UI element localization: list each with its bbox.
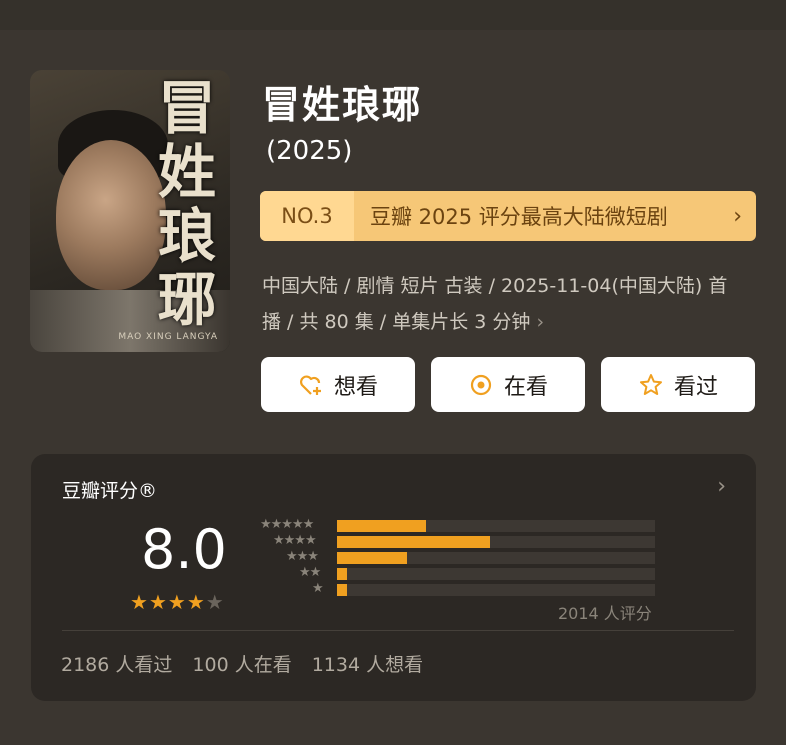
rating-star-icon: ★: [148, 590, 167, 614]
want-count: 1134 人想看: [311, 654, 424, 676]
watched-label: 看过: [673, 374, 718, 400]
watching-button[interactable]: 在看: [431, 357, 585, 412]
rating-label: 豆瓣评分®: [62, 480, 158, 502]
show-meta[interactable]: 中国大陆 / 剧情 短片 古装 / 2025-11-04(中国大陆) 首播 / …: [262, 268, 742, 340]
watched-button[interactable]: 看过: [601, 357, 755, 412]
show-title: 冒姓琅琊: [262, 83, 423, 127]
bar-fill: [337, 568, 347, 580]
bar-track: [337, 536, 655, 548]
bar-fill: [337, 584, 347, 596]
rating-star-icon: ★: [130, 590, 148, 614]
bar-stars-label: ★★★★: [273, 533, 317, 548]
rating-stars: ★ ★ ★ ★ ★: [130, 590, 224, 614]
rank-text: 豆瓣 2025 评分最高大陆微短剧: [370, 205, 668, 229]
chevron-right-icon: ›: [733, 203, 742, 229]
bar-stars-label: ★★: [299, 565, 321, 580]
bar-track: [337, 520, 655, 532]
rating-count: 2014 人评分: [558, 604, 652, 623]
watched-count: 2186 人看过: [61, 654, 173, 676]
rating-star-icon: ★: [167, 590, 186, 614]
bar-stars-label: ★★★: [286, 549, 319, 564]
poster-calligraphy-title: 冒姓琅琊: [157, 74, 216, 334]
meta-text: 中国大陆 / 剧情 短片 古装 / 2025-11-04(中国大陆) 首播 / …: [262, 275, 728, 333]
poster-face: [56, 140, 166, 290]
rating-bar-row: ★★★★: [257, 533, 677, 548]
bar-fill: [337, 552, 407, 564]
rating-bar-row: ★★★: [257, 549, 677, 564]
divider: [62, 630, 734, 631]
rating-bar-row: ★★★★★: [257, 517, 677, 532]
rating-bar-row: ★★: [257, 565, 677, 580]
target-icon: [470, 374, 492, 395]
rank-number: NO.3: [260, 191, 354, 241]
watching-count: 100 人在看: [192, 654, 292, 676]
want-to-watch-button[interactable]: 想看: [261, 357, 415, 412]
rating-bar-row: ★: [257, 581, 677, 596]
bar-track: [337, 584, 655, 596]
top-bar: [0, 0, 786, 30]
show-year: (2025): [266, 136, 353, 166]
poster-subtitle: MAO XING LANGYA: [118, 332, 218, 342]
bar-stars-label: ★: [312, 581, 324, 596]
chevron-right-icon: ›: [536, 311, 545, 333]
bar-fill: [337, 520, 426, 532]
chevron-right-icon[interactable]: ›: [717, 474, 726, 499]
poster-image[interactable]: 冒姓琅琊 MAO XING LANGYA: [30, 70, 230, 352]
bar-track: [337, 568, 655, 580]
rating-panel[interactable]: 豆瓣评分® › 8.0 ★ ★ ★ ★ ★ ★★★★★ ★★★★ ★★★ ★★ ★ 2014 人…: [31, 454, 756, 701]
star-outline-icon: [639, 373, 662, 395]
watch-stats: 2186 人看过 100 人在看 1134 人想看: [61, 650, 423, 677]
rating-star-icon: ★: [186, 590, 205, 614]
want-to-watch-label: 想看: [333, 374, 378, 400]
bar-stars-label: ★★★★★: [260, 517, 314, 532]
bar-track: [337, 552, 655, 564]
bar-fill: [337, 536, 490, 548]
heart-plus-icon: [300, 375, 321, 395]
rating-score: 8.0: [141, 518, 227, 581]
ranking-banner[interactable]: NO.3 豆瓣 2025 评分最高大陆微短剧 ›: [260, 191, 756, 241]
watching-label: 在看: [503, 374, 548, 400]
rating-star-icon: ★: [205, 590, 224, 614]
